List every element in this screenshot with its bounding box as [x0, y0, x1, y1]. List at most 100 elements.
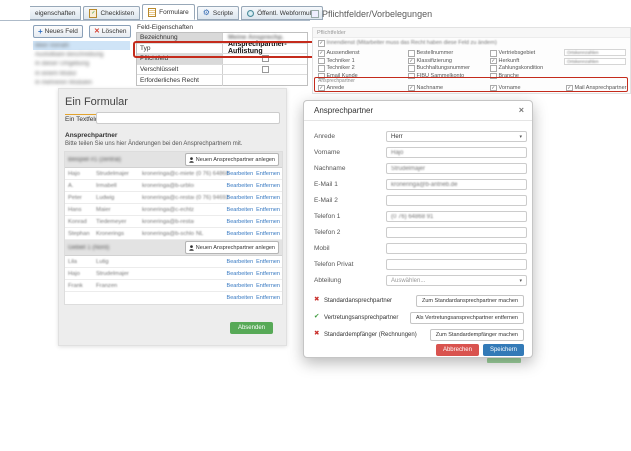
cancel-button[interactable]: Abbrechen	[436, 344, 479, 356]
email1-input[interactable]: kroneringa@b-antrieb.de	[386, 179, 527, 190]
mandatory-option[interactable]: ✓Aussendienst	[318, 50, 360, 57]
mandatory-option[interactable]: Buchhaltungsnummer	[408, 65, 470, 72]
vorname-input[interactable]: Hajo	[386, 147, 527, 158]
contact-lastname: Maier	[96, 204, 140, 215]
checkbox[interactable]: ✓	[490, 85, 497, 92]
tab-checklisten[interactable]: ✓ Checklisten	[83, 6, 140, 20]
submit-button[interactable]: Absenden	[230, 322, 273, 334]
checkbox[interactable]: ✓	[408, 85, 415, 92]
mandatory-option[interactable]: Techniker 1	[318, 58, 355, 65]
preset-input[interactable]: Ortskennzahlen	[564, 49, 626, 56]
field-list-item-label: Mein Vorrath	[35, 43, 69, 49]
contact-phone: (0 76) 64868 91	[196, 168, 229, 179]
anrede-select[interactable]: Herr▾	[386, 131, 527, 142]
mandatory-option[interactable]: ✓Mail Ansprechpartner	[566, 85, 626, 92]
contact-firstname: A.	[68, 180, 94, 191]
checkbox[interactable]: ✓	[318, 50, 325, 57]
mandatory-option[interactable]: ✓Vorname	[490, 85, 521, 92]
new-field-button[interactable]: + Neues Feld	[33, 25, 83, 38]
mandatory-option[interactable]: Vertriebsgebiet	[490, 50, 535, 57]
verschluesselt-checkbox[interactable]	[262, 66, 269, 73]
checkbox[interactable]: ✓	[566, 85, 573, 92]
contact-email: kroneringa@b-schlos...	[142, 228, 194, 239]
plus-icon: +	[38, 28, 43, 36]
remove-vertretung-button[interactable]: Als Vertretungsansprechpartner entfernen	[410, 312, 524, 324]
checkbox[interactable]: ✓	[408, 58, 415, 65]
field-list-item[interactable]: In mehreren Modulen	[33, 79, 130, 88]
email2-input[interactable]	[386, 195, 527, 206]
edit-link[interactable]: Bearbeiten	[227, 219, 254, 225]
edit-link[interactable]: Bearbeiten	[227, 231, 254, 237]
mandatory-option[interactable]: ✓Nachname	[408, 85, 443, 92]
telefon2-input[interactable]	[386, 227, 527, 238]
edit-link[interactable]: Bearbeiten	[227, 283, 254, 289]
modal-field-abteilung: Abteilung Auswählen...▾	[304, 275, 532, 287]
modal-field-email2: E-Mail 2	[304, 195, 532, 207]
checkbox[interactable]: ✓	[490, 58, 497, 65]
checkbox[interactable]	[318, 58, 325, 65]
checkbox[interactable]	[490, 65, 497, 72]
checkbox[interactable]	[318, 65, 325, 72]
master-checkbox-row[interactable]: ✓ Innendienst (Mitarbeiter muss das Rech…	[318, 40, 497, 47]
remove-link[interactable]: Entfernen	[256, 271, 280, 277]
checkbox[interactable]	[490, 50, 497, 57]
gear-icon: ⚙	[203, 9, 210, 17]
edit-link[interactable]: Bearbeiten	[227, 183, 254, 189]
remove-link[interactable]: Entfernen	[256, 231, 280, 237]
mandatory-option[interactable]: ✓Herkunft	[490, 58, 519, 65]
add-ansprechpartner-button[interactable]: Neuen Ansprechpartner anlegen	[185, 241, 279, 254]
tab-scripte[interactable]: ⚙ Scripte	[197, 6, 239, 20]
remove-link[interactable]: Entfernen	[256, 195, 280, 201]
field-label: E-Mail 2	[314, 197, 338, 204]
mandatory-option[interactable]: ✓Klassifizierung	[408, 58, 452, 65]
tab-formulare[interactable]: Formulare	[142, 4, 195, 20]
edit-link[interactable]: Bearbeiten	[227, 195, 254, 201]
edit-link[interactable]: Bearbeiten	[227, 259, 254, 265]
mobil-input[interactable]	[386, 243, 527, 254]
save-button[interactable]: Speichern	[483, 344, 524, 356]
checkbox[interactable]: ✓	[318, 40, 325, 47]
add-ansprechpartner-button[interactable]: Neuen Ansprechpartner anlegen	[185, 153, 279, 166]
mandatory-option[interactable]: Techniker 2	[318, 65, 355, 72]
contact-phone: (0 76) 94692 15	[196, 192, 229, 203]
make-standard-button[interactable]: Zum Standardansprechpartner machen	[416, 295, 524, 307]
modal-footer: Abbrechen Speichern	[436, 344, 524, 356]
preset-input[interactable]: Ortskennzahlen	[564, 58, 626, 65]
remove-link[interactable]: Entfernen	[256, 171, 280, 177]
mandatory-option[interactable]: ✓Anrede	[318, 85, 344, 92]
contact-firstname: Hans	[68, 204, 94, 215]
telefon-privat-input[interactable]	[386, 259, 527, 270]
remove-link[interactable]: Entfernen	[256, 219, 280, 225]
edit-link[interactable]: Bearbeiten	[227, 295, 254, 301]
abteilung-select[interactable]: Auswählen...▾	[386, 275, 527, 286]
collapse-icon[interactable]	[311, 10, 319, 18]
contact-phone	[196, 180, 229, 191]
textfield-input[interactable]	[96, 112, 280, 124]
contact-lastname: Irmabell	[96, 180, 140, 191]
field-list-item[interactable]: Mein Vorrath	[33, 41, 130, 50]
input-value: Hajo	[391, 150, 403, 156]
mandatory-option[interactable]: Zahlungskondition	[490, 65, 543, 72]
close-icon[interactable]: ×	[519, 105, 524, 115]
remove-link[interactable]: Entfernen	[256, 183, 280, 189]
telefon1-input[interactable]: (0 76) 64868 91	[386, 211, 527, 222]
field-list-item[interactable]: In einem Modul	[33, 69, 130, 78]
checkbox[interactable]: ✓	[318, 85, 325, 92]
field-list-item[interactable]: In dieser Umgebung	[33, 60, 130, 69]
tab-eigenschaften[interactable]: eigenschaften	[30, 6, 81, 20]
edit-link[interactable]: Bearbeiten	[227, 271, 254, 277]
checkbox[interactable]	[408, 50, 415, 57]
checkbox[interactable]	[408, 65, 415, 72]
make-empfaenger-button[interactable]: Zum Standardempfänger machen	[430, 329, 524, 341]
field-list-item[interactable]: Ausfüllbare Beschreibung	[33, 50, 130, 59]
remove-link[interactable]: Entfernen	[256, 207, 280, 213]
remove-link[interactable]: Entfernen	[256, 259, 280, 265]
delete-field-button[interactable]: ✕ Löschen	[89, 25, 131, 38]
nachname-input[interactable]: Strudelmajer	[386, 163, 527, 174]
remove-link[interactable]: Entfernen	[256, 283, 280, 289]
checkbox-label: Bestellnummer	[417, 50, 454, 56]
edit-link[interactable]: Bearbeiten	[227, 207, 254, 213]
mandatory-option[interactable]: Bestellnummer	[408, 50, 453, 57]
remove-link[interactable]: Entfernen	[256, 295, 280, 301]
edit-link[interactable]: Bearbeiten	[227, 171, 254, 177]
